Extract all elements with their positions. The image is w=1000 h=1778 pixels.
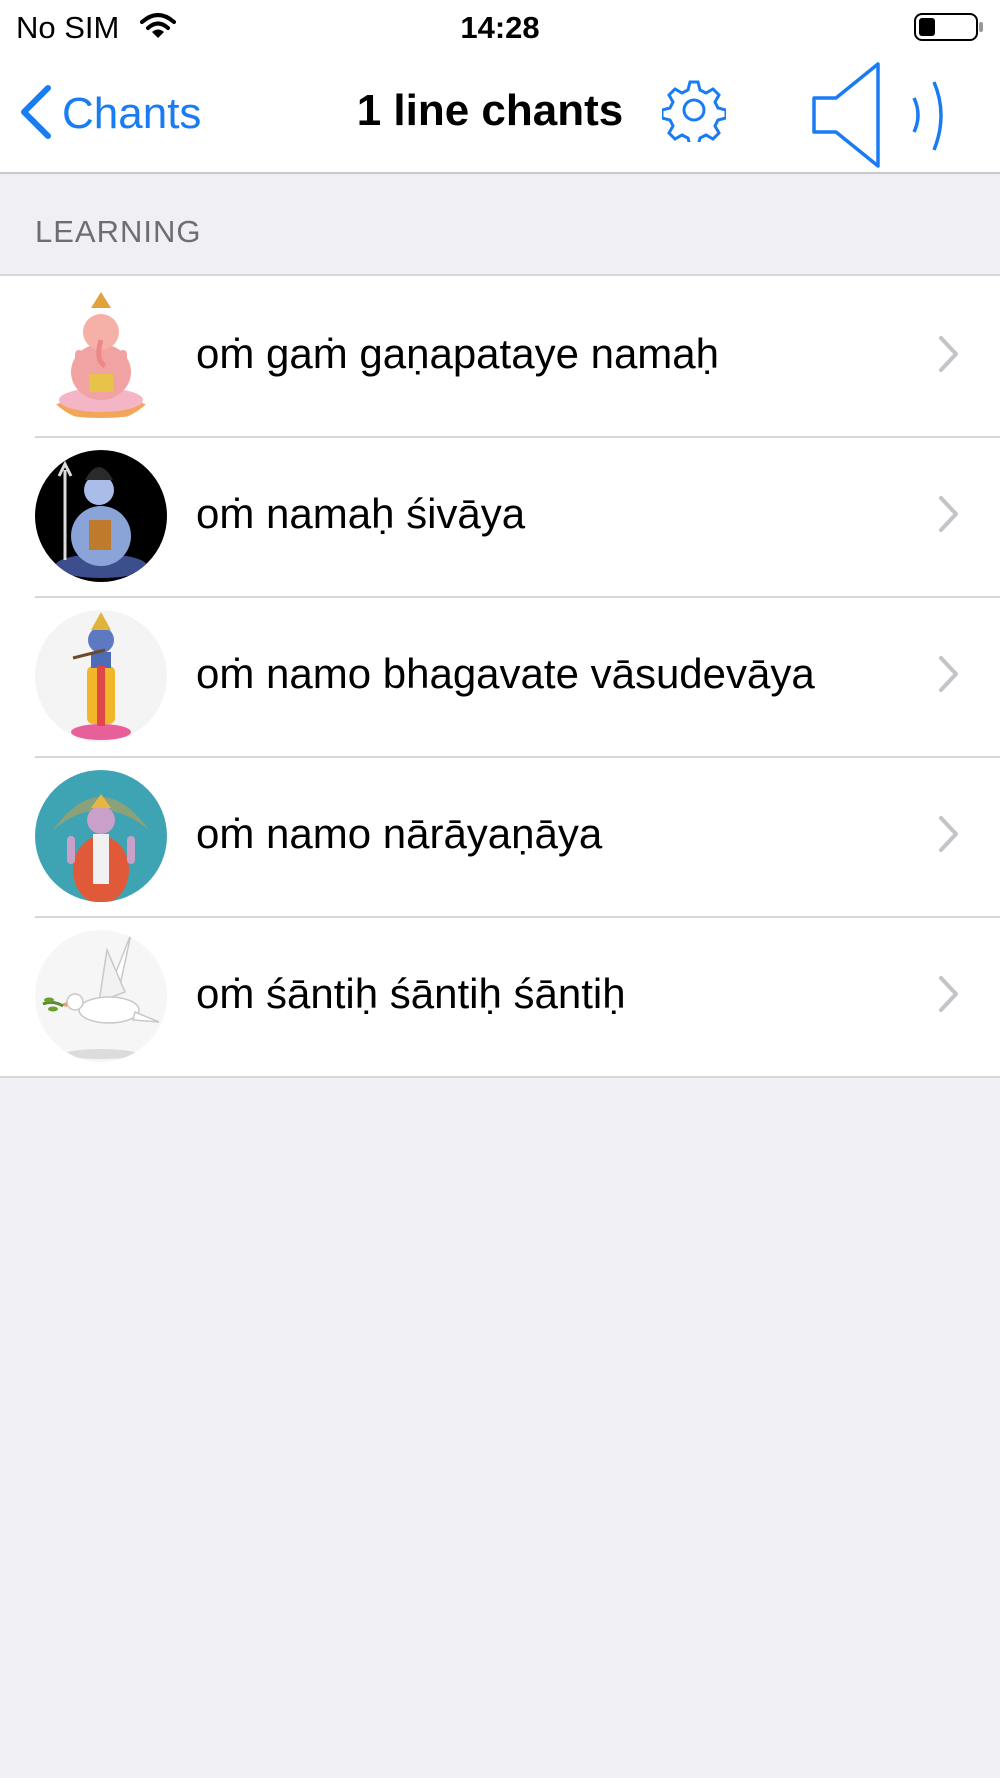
chevron-right-icon xyxy=(938,654,960,699)
chant-label: oṁ namaḥ śivāya xyxy=(196,490,526,537)
list-item[interactable]: oṁ śāntiḥ śāntiḥ śāntiḥ xyxy=(0,916,1000,1076)
list-item[interactable]: oṁ namo bhagavate vāsudevāya xyxy=(0,596,1000,756)
list-item[interactable]: oṁ namo nārāyaṇāya xyxy=(0,756,1000,916)
chant-label: oṁ namo bhagavate vāsudevāya xyxy=(196,650,815,697)
page-title: 1 line chants xyxy=(356,86,624,135)
navigation-bar: Chants 1 line chants xyxy=(0,56,1000,174)
vishnu-image xyxy=(35,770,167,902)
dove-image xyxy=(35,930,167,1062)
chant-label: oṁ namo nārāyaṇāya xyxy=(196,810,603,857)
chevron-right-icon xyxy=(938,814,960,859)
section-header: LEARNING xyxy=(35,214,202,249)
shiva-image xyxy=(35,450,167,582)
speaker-icon xyxy=(810,62,960,174)
chant-label: oṁ gaṁ gaṇapataye namaḥ xyxy=(196,330,720,377)
chant-label: oṁ śāntiḥ śāntiḥ śāntiḥ xyxy=(196,970,626,1017)
status-time: 14:28 xyxy=(460,10,540,45)
status-bar: No SIM 14:28 xyxy=(0,0,1000,56)
battery-icon xyxy=(914,12,984,47)
back-button-label: Chants xyxy=(62,89,202,138)
settings-button[interactable] xyxy=(660,78,728,148)
chant-list: oṁ gaṁ gaṇapataye namaḥ oṁ namaḥ śivāya xyxy=(0,274,1000,1078)
chevron-right-icon xyxy=(938,334,960,379)
audio-button[interactable] xyxy=(810,60,960,175)
gear-icon xyxy=(660,80,728,148)
krishna-image xyxy=(35,610,167,742)
list-item[interactable]: oṁ namaḥ śivāya xyxy=(0,436,1000,596)
chevron-left-icon xyxy=(18,84,54,145)
chevron-right-icon xyxy=(938,974,960,1019)
list-item[interactable]: oṁ gaṁ gaṇapataye namaḥ xyxy=(0,276,1000,436)
chevron-right-icon xyxy=(938,494,960,539)
ganesha-image xyxy=(35,290,167,422)
back-button[interactable]: Chants xyxy=(18,84,201,144)
